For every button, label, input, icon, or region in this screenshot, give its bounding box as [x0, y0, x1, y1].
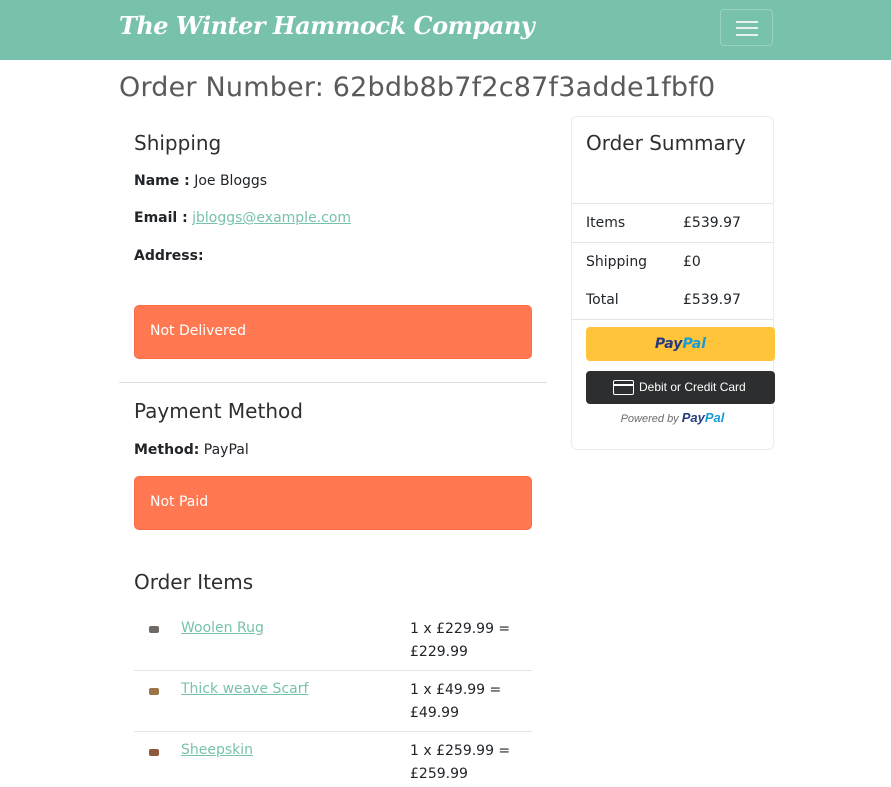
- item-link[interactable]: Thick weave Scarf: [181, 681, 308, 697]
- hamburger-menu-icon: [736, 21, 758, 23]
- navbar: The Winter Hammock Company: [0, 0, 891, 60]
- item-link[interactable]: Sheepskin: [181, 742, 253, 758]
- summary-label: Items: [586, 215, 626, 231]
- shipping-email: Email : jbloggs@example.com: [134, 210, 351, 226]
- card-button-label: Debit or Credit Card: [639, 380, 746, 394]
- email-link[interactable]: jbloggs@example.com: [192, 210, 351, 226]
- item-price-line: 1 x £259.99 =: [410, 743, 511, 759]
- item-price-total: £229.99: [410, 644, 468, 660]
- navbar-toggler-button[interactable]: [720, 9, 773, 46]
- hamburger-line: [736, 27, 758, 29]
- summary-divider: [572, 319, 773, 320]
- powered-pal: Pal: [704, 410, 725, 425]
- item-price: 1 x £259.99 = £259.99: [410, 740, 520, 786]
- paypal-button[interactable]: PayPal: [586, 327, 775, 361]
- row-divider: [134, 731, 532, 732]
- paypal-logo-pal: Pal: [682, 336, 707, 352]
- summary-row-total: Total £539.97: [572, 282, 773, 320]
- item-price-total: £49.99: [410, 705, 459, 721]
- powered-by-paypal: Powered by PayPal: [572, 410, 773, 425]
- row-divider: [134, 670, 532, 671]
- payment-heading: Payment Method: [134, 399, 303, 423]
- payment-status-alert: Not Paid: [134, 476, 532, 530]
- brand-logo[interactable]: The Winter Hammock Company: [119, 11, 535, 40]
- summary-divider: [572, 242, 773, 243]
- powered-pay: Pay: [681, 410, 705, 425]
- debit-credit-card-button[interactable]: Debit or Credit Card: [586, 371, 775, 404]
- order-items-heading: Order Items: [134, 570, 254, 594]
- shipping-address: Address:: [134, 248, 204, 264]
- order-summary-card: Order Summary Items £539.97 Shipping £0 …: [571, 116, 775, 450]
- item-price-total: £259.99: [410, 766, 468, 782]
- method-value: PayPal: [203, 442, 249, 458]
- item-price: 1 x £229.99 = £229.99: [410, 618, 520, 664]
- shipping-name: Name : Joe Bloggs: [134, 173, 267, 189]
- summary-label: Total: [586, 292, 619, 308]
- email-label: Email :: [134, 210, 188, 226]
- summary-row-items: Items £539.97: [572, 205, 773, 243]
- item-thumbnail[interactable]: [149, 749, 159, 756]
- credit-card-icon: [613, 380, 634, 395]
- shipping-heading: Shipping: [134, 131, 222, 155]
- item-price-line: 1 x £229.99 =: [410, 621, 511, 637]
- summary-value: £0: [683, 254, 701, 270]
- summary-row-shipping: Shipping £0: [572, 244, 773, 282]
- summary-value: £539.97: [683, 215, 741, 231]
- item-link[interactable]: Woolen Rug: [181, 620, 264, 636]
- summary-value: £539.97: [683, 292, 741, 308]
- paypal-wordmark: PayPal: [682, 410, 725, 425]
- method-label: Method:: [134, 442, 200, 458]
- paypal-logo-pay: Pay: [654, 336, 683, 352]
- item-thumbnail[interactable]: [149, 626, 159, 633]
- name-label: Name :: [134, 173, 190, 189]
- order-summary-heading: Order Summary: [586, 131, 746, 155]
- address-label: Address:: [134, 248, 204, 264]
- item-price-line: 1 x £49.99 =: [410, 682, 502, 698]
- name-value: Joe Bloggs: [194, 173, 268, 189]
- delivery-status-alert: Not Delivered: [134, 305, 532, 359]
- item-thumbnail[interactable]: [149, 688, 159, 695]
- page-title: Order Number: 62bdb8b7f2c87f3adde1fbf0: [119, 72, 716, 103]
- powered-by-text: Powered by: [620, 413, 679, 425]
- summary-label: Shipping: [586, 254, 648, 270]
- hamburger-line: [736, 34, 758, 36]
- summary-divider: [572, 203, 773, 204]
- payment-method: Method: PayPal: [134, 442, 249, 458]
- section-divider: [119, 382, 547, 383]
- item-price: 1 x £49.99 = £49.99: [410, 679, 520, 725]
